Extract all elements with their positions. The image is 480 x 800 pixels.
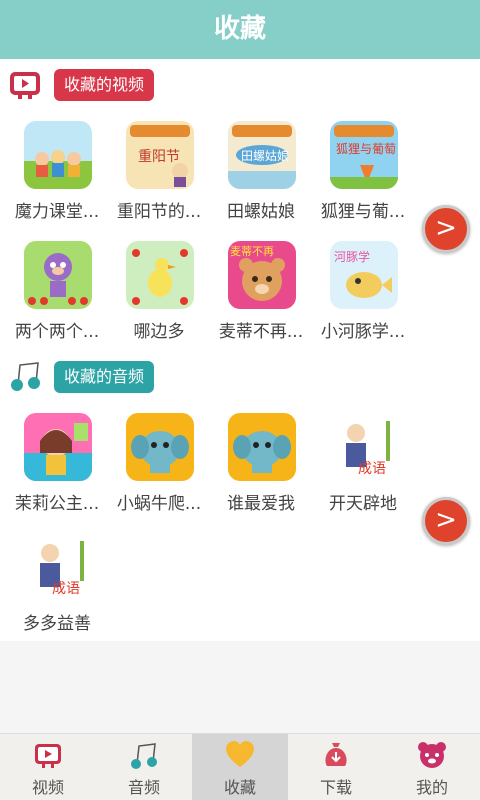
- tab-label: 收藏: [223, 778, 256, 797]
- video-thumbnail: 狐狸与葡萄: [330, 121, 398, 189]
- video-item[interactable]: 哪边多: [108, 241, 210, 351]
- audio-title: 谁最爱我: [227, 494, 295, 514]
- audio-section-label: 收藏的音频: [54, 361, 155, 393]
- tab-label: 视频: [31, 778, 64, 797]
- audio-thumbnail: [24, 413, 92, 481]
- video-title: 狐狸与葡...: [320, 202, 406, 222]
- tab-mine[interactable]: 我的: [384, 734, 480, 800]
- video-thumbnail: [24, 241, 92, 309]
- audio-item[interactable]: 成语 多多益善: [6, 533, 108, 643]
- video-thumbnail: [126, 241, 194, 309]
- page-title: 收藏: [0, 0, 480, 59]
- video-item[interactable]: 河豚学 小河豚学...: [312, 241, 414, 351]
- svg-text:河豚学: 河豚学: [334, 249, 370, 264]
- music-note-icon: [131, 743, 157, 769]
- audio-title: 小蜗牛爬...: [116, 494, 202, 514]
- video-title: 两个两个...: [14, 322, 100, 342]
- video-title: 重阳节的...: [116, 202, 202, 222]
- music-note-icon: [11, 362, 40, 391]
- bear-face-icon: [418, 742, 446, 768]
- video-thumbnail: 河豚学: [330, 241, 398, 309]
- audio-title: 开天辟地: [329, 494, 397, 514]
- heart-icon: [226, 741, 254, 767]
- audio-title: 茉莉公主...: [14, 494, 100, 514]
- audio-item[interactable]: 茉莉公主...: [6, 413, 108, 523]
- video-title: 小河豚学...: [320, 322, 406, 342]
- svg-text:田螺姑娘: 田螺姑娘: [241, 148, 289, 163]
- svg-text:成语: 成语: [52, 581, 80, 597]
- audio-thumbnail: [126, 413, 194, 481]
- audio-thumbnail: 成语: [24, 533, 92, 601]
- video-thumbnail: [24, 121, 92, 189]
- video-item[interactable]: 重阳节 重阳节的...: [108, 121, 210, 231]
- video-item[interactable]: 两个两个...: [6, 241, 108, 351]
- video-section-label: 收藏的视频: [54, 69, 155, 101]
- audio-item[interactable]: 小蜗牛爬...: [108, 413, 210, 523]
- video-item[interactable]: 狐狸与葡萄 狐狸与葡...: [312, 121, 414, 231]
- video-item[interactable]: 魔力课堂...: [6, 121, 108, 231]
- tab-audio[interactable]: 音频: [96, 734, 192, 800]
- tv-icon: [10, 72, 40, 99]
- audio-title: 多多益善: [23, 614, 91, 634]
- tab-video[interactable]: 视频: [0, 734, 96, 800]
- video-thumbnail: 麦蒂不再: [228, 241, 296, 309]
- video-title: 麦蒂不再...: [218, 322, 304, 342]
- audio-item[interactable]: 成语 开天辟地: [312, 413, 414, 523]
- video-title: 田螺姑娘: [227, 202, 295, 222]
- svg-text:重阳节: 重阳节: [138, 149, 180, 165]
- video-thumbnail: 田螺姑娘: [228, 121, 296, 189]
- svg-text:狐狸与葡萄: 狐狸与葡萄: [336, 142, 396, 156]
- video-title: 魔力课堂...: [14, 202, 100, 222]
- bottom-tab-bar: 视频 音频 收藏 下载 我的: [0, 733, 480, 800]
- audio-thumbnail: [228, 413, 296, 481]
- video-item[interactable]: 麦蒂不再 麦蒂不再...: [210, 241, 312, 351]
- favorites-content: 收藏的视频 魔力课堂... 重阳节 重阳节的... 田螺姑娘 田螺姑娘 狐狸与葡…: [0, 59, 480, 641]
- audio-section-header: 收藏的音频: [0, 355, 480, 395]
- video-title: 哪边多: [133, 322, 185, 342]
- tab-download[interactable]: 下载: [288, 734, 384, 800]
- video-item[interactable]: 田螺姑娘 田螺姑娘: [210, 121, 312, 231]
- tab-label: 音频: [127, 778, 160, 797]
- tv-icon: [35, 744, 61, 768]
- video-thumbnail: 重阳节: [126, 121, 194, 189]
- download-bag-icon: [325, 743, 347, 766]
- audio-item[interactable]: 谁最爱我: [210, 413, 312, 523]
- video-section-header: 收藏的视频: [0, 63, 480, 103]
- tab-favorites[interactable]: 收藏: [192, 734, 288, 800]
- audio-thumbnail: 成语: [330, 413, 398, 481]
- svg-text:麦蒂不再: 麦蒂不再: [230, 245, 274, 258]
- tab-label: 下载: [319, 778, 352, 797]
- audio-next-button[interactable]: >: [422, 497, 470, 545]
- tab-label: 我的: [415, 778, 448, 797]
- svg-text:成语: 成语: [358, 461, 386, 477]
- video-next-button[interactable]: >: [422, 205, 470, 253]
